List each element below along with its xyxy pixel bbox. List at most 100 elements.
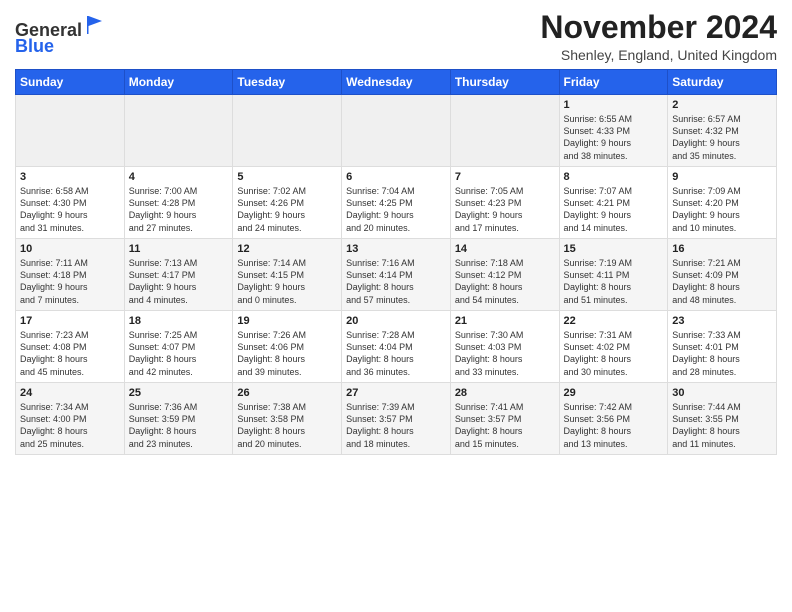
day-info: Sunrise: 7:16 AM Sunset: 4:14 PM Dayligh… (346, 257, 446, 306)
day-number: 2 (672, 99, 772, 111)
table-row: 14 Sunrise: 7:18 AM Sunset: 4:12 PM Dayli… (450, 239, 559, 311)
day-number: 8 (564, 171, 664, 183)
calendar-header: Sunday Monday Tuesday Wednesday Thursday… (16, 70, 777, 95)
day-number: 11 (129, 243, 229, 255)
day-number: 14 (455, 243, 555, 255)
header: General Blue November 2024 Shenley, Engl… (15, 10, 777, 63)
day-number: 17 (20, 315, 120, 327)
day-info: Sunrise: 7:34 AM Sunset: 4:00 PM Dayligh… (20, 401, 120, 450)
day-info: Sunrise: 7:21 AM Sunset: 4:09 PM Dayligh… (672, 257, 772, 306)
table-row: 22 Sunrise: 7:31 AM Sunset: 4:02 PM Dayli… (559, 311, 668, 383)
day-number: 15 (564, 243, 664, 255)
day-info: Sunrise: 6:55 AM Sunset: 4:33 PM Dayligh… (564, 113, 664, 162)
day-info: Sunrise: 7:41 AM Sunset: 3:57 PM Dayligh… (455, 401, 555, 450)
table-row: 27 Sunrise: 7:39 AM Sunset: 3:57 PM Dayli… (342, 383, 451, 455)
table-row: 3 Sunrise: 6:58 AM Sunset: 4:30 PM Daylig… (16, 167, 125, 239)
calendar-body: 1 Sunrise: 6:55 AM Sunset: 4:33 PM Daylig… (16, 95, 777, 455)
day-info: Sunrise: 7:39 AM Sunset: 3:57 PM Dayligh… (346, 401, 446, 450)
day-info: Sunrise: 7:33 AM Sunset: 4:01 PM Dayligh… (672, 329, 772, 378)
day-info: Sunrise: 7:04 AM Sunset: 4:25 PM Dayligh… (346, 185, 446, 234)
table-row: 18 Sunrise: 7:25 AM Sunset: 4:07 PM Dayli… (124, 311, 233, 383)
day-number: 16 (672, 243, 772, 255)
day-info: Sunrise: 7:30 AM Sunset: 4:03 PM Dayligh… (455, 329, 555, 378)
table-row: 20Sunrise: 7:28 AM Sunset: 4:04 PM Dayli… (342, 311, 451, 383)
day-number: 18 (129, 315, 229, 327)
day-info: Sunrise: 7:28 AM Sunset: 4:04 PM Dayligh… (346, 329, 446, 378)
day-info: Sunrise: 6:57 AM Sunset: 4:32 PM Dayligh… (672, 113, 772, 162)
day-number: 13 (346, 243, 446, 255)
calendar-week-4: 24Sunrise: 7:34 AM Sunset: 4:00 PM Dayli… (16, 383, 777, 455)
table-row: 29 Sunrise: 7:42 AM Sunset: 3:56 PM Dayli… (559, 383, 668, 455)
table-row: 16 Sunrise: 7:21 AM Sunset: 4:09 PM Dayli… (668, 239, 777, 311)
day-number: 19 (237, 315, 337, 327)
weekday-friday: Friday (559, 70, 668, 95)
day-info: Sunrise: 7:31 AM Sunset: 4:02 PM Dayligh… (564, 329, 664, 378)
day-number: 27 (346, 387, 446, 399)
table-row (342, 95, 451, 167)
day-number: 9 (672, 171, 772, 183)
table-row: 12 Sunrise: 7:14 AM Sunset: 4:15 PM Dayli… (233, 239, 342, 311)
day-info: Sunrise: 7:23 AM Sunset: 4:08 PM Dayligh… (20, 329, 120, 378)
day-info: Sunrise: 7:11 AM Sunset: 4:18 PM Dayligh… (20, 257, 120, 306)
day-number: 22 (564, 315, 664, 327)
day-number: 4 (129, 171, 229, 183)
day-info: Sunrise: 7:05 AM Sunset: 4:23 PM Dayligh… (455, 185, 555, 234)
day-number: 30 (672, 387, 772, 399)
day-info: Sunrise: 7:19 AM Sunset: 4:11 PM Dayligh… (564, 257, 664, 306)
table-row: 25Sunrise: 7:36 AM Sunset: 3:59 PM Dayli… (124, 383, 233, 455)
day-info: Sunrise: 7:13 AM Sunset: 4:17 PM Dayligh… (129, 257, 229, 306)
logo-blue: Blue (15, 36, 54, 56)
title-block: November 2024 Shenley, England, United K… (540, 10, 777, 63)
day-number: 23 (672, 315, 772, 327)
weekday-monday: Monday (124, 70, 233, 95)
table-row: 1 Sunrise: 6:55 AM Sunset: 4:33 PM Daylig… (559, 95, 668, 167)
day-info: Sunrise: 7:18 AM Sunset: 4:12 PM Dayligh… (455, 257, 555, 306)
table-row: 30 Sunrise: 7:44 AM Sunset: 3:55 PM Dayli… (668, 383, 777, 455)
calendar-table: Sunday Monday Tuesday Wednesday Thursday… (15, 69, 777, 455)
logo: General Blue (15, 14, 106, 57)
day-number: 1 (564, 99, 664, 111)
day-info: Sunrise: 7:44 AM Sunset: 3:55 PM Dayligh… (672, 401, 772, 450)
table-row: 6 Sunrise: 7:04 AM Sunset: 4:25 PM Daylig… (342, 167, 451, 239)
weekday-wednesday: Wednesday (342, 70, 451, 95)
calendar-week-2: 10Sunrise: 7:11 AM Sunset: 4:18 PM Dayli… (16, 239, 777, 311)
month-title: November 2024 (540, 10, 777, 45)
weekday-thursday: Thursday (450, 70, 559, 95)
calendar-week-0: 1 Sunrise: 6:55 AM Sunset: 4:33 PM Daylig… (16, 95, 777, 167)
weekday-saturday: Saturday (668, 70, 777, 95)
day-info: Sunrise: 7:02 AM Sunset: 4:26 PM Dayligh… (237, 185, 337, 234)
day-info: Sunrise: 7:00 AM Sunset: 4:28 PM Dayligh… (129, 185, 229, 234)
day-info: Sunrise: 6:58 AM Sunset: 4:30 PM Dayligh… (20, 185, 120, 234)
calendar-week-3: 17 Sunrise: 7:23 AM Sunset: 4:08 PM Dayli… (16, 311, 777, 383)
weekday-sunday: Sunday (16, 70, 125, 95)
table-row: 11 Sunrise: 7:13 AM Sunset: 4:17 PM Dayli… (124, 239, 233, 311)
day-number: 3 (20, 171, 120, 183)
table-row: 7Sunrise: 7:05 AM Sunset: 4:23 PM Daylig… (450, 167, 559, 239)
day-info: Sunrise: 7:26 AM Sunset: 4:06 PM Dayligh… (237, 329, 337, 378)
table-row: 8Sunrise: 7:07 AM Sunset: 4:21 PM Daylig… (559, 167, 668, 239)
logo-flag-icon (84, 14, 106, 36)
day-number: 12 (237, 243, 337, 255)
day-number: 25 (129, 387, 229, 399)
table-row: 10Sunrise: 7:11 AM Sunset: 4:18 PM Dayli… (16, 239, 125, 311)
day-number: 26 (237, 387, 337, 399)
table-row: 19 Sunrise: 7:26 AM Sunset: 4:06 PM Dayli… (233, 311, 342, 383)
table-row: 26 Sunrise: 7:38 AM Sunset: 3:58 PM Dayli… (233, 383, 342, 455)
day-info: Sunrise: 7:25 AM Sunset: 4:07 PM Dayligh… (129, 329, 229, 378)
table-row: 17 Sunrise: 7:23 AM Sunset: 4:08 PM Dayli… (16, 311, 125, 383)
table-row (450, 95, 559, 167)
table-row: 9 Sunrise: 7:09 AM Sunset: 4:20 PM Daylig… (668, 167, 777, 239)
table-row: 4 Sunrise: 7:00 AM Sunset: 4:28 PM Daylig… (124, 167, 233, 239)
day-number: 6 (346, 171, 446, 183)
day-info: Sunrise: 7:14 AM Sunset: 4:15 PM Dayligh… (237, 257, 337, 306)
table-row: 28Sunrise: 7:41 AM Sunset: 3:57 PM Dayli… (450, 383, 559, 455)
location: Shenley, England, United Kingdom (540, 47, 777, 63)
table-row: 2 Sunrise: 6:57 AM Sunset: 4:32 PM Daylig… (668, 95, 777, 167)
page: General Blue November 2024 Shenley, Engl… (0, 0, 792, 612)
day-info: Sunrise: 7:42 AM Sunset: 3:56 PM Dayligh… (564, 401, 664, 450)
day-info: Sunrise: 7:38 AM Sunset: 3:58 PM Dayligh… (237, 401, 337, 450)
day-info: Sunrise: 7:09 AM Sunset: 4:20 PM Dayligh… (672, 185, 772, 234)
table-row: 23 Sunrise: 7:33 AM Sunset: 4:01 PM Dayli… (668, 311, 777, 383)
table-row: 24Sunrise: 7:34 AM Sunset: 4:00 PM Dayli… (16, 383, 125, 455)
day-number: 29 (564, 387, 664, 399)
